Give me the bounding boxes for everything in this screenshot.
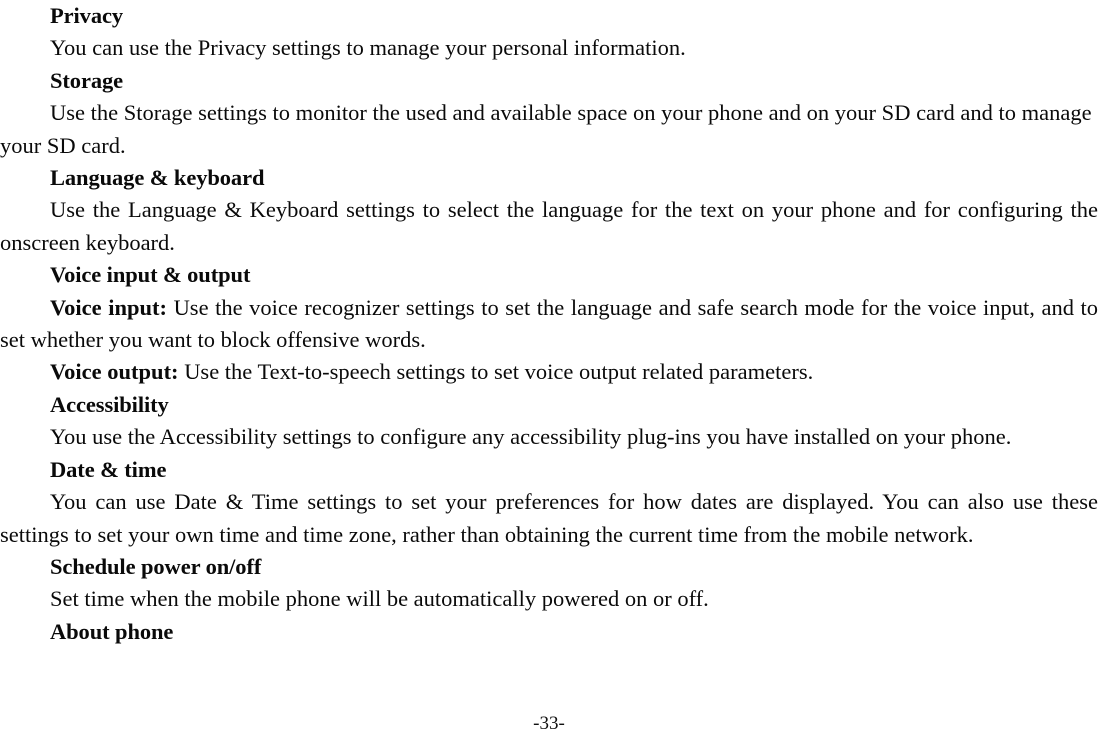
- section-heading-privacy: Privacy: [50, 3, 124, 28]
- section-heading-accessibility: Accessibility: [50, 391, 169, 417]
- section-heading-language-keyboard: Language & keyboard: [50, 165, 265, 191]
- section-heading-storage: Storage: [50, 67, 124, 93]
- section-heading-voice-input-output: Voice input & output: [50, 262, 251, 288]
- manual-page: Privacy You can use the Privacy settings…: [0, 0, 1098, 734]
- section-paragraph-schedule-power: Set time when the mobile phone will be a…: [50, 586, 709, 612]
- section-paragraph-accessibility: You use the Accessibility settings to co…: [50, 424, 1012, 450]
- page-number-footer: -33-: [533, 713, 565, 734]
- section-heading-date-time: Date & time: [50, 456, 167, 482]
- section-paragraph-voice-input: Voice input: Use the voice recognizer se…: [0, 292, 1098, 357]
- section-paragraph-language-keyboard: Use the Language & Keyboard settings to …: [0, 197, 1098, 255]
- page-content: Privacy You can use the Privacy settings…: [0, 0, 1098, 648]
- voice-input-lead-label: Voice input:: [50, 294, 167, 320]
- voice-output-body-text: Use the Text-to-speech settings to set v…: [184, 359, 814, 385]
- section-paragraph-storage: Use the Storage settings to monitor the …: [0, 100, 1092, 158]
- section-paragraph-date-time: You can use Date & Time settings to set …: [0, 489, 1098, 547]
- section-heading-schedule-power: Schedule power on/off: [50, 553, 262, 579]
- section-paragraph-voice-output: Voice output: Use the Text-to-speech set…: [0, 356, 1098, 388]
- section-heading-about-phone: About phone: [50, 618, 174, 644]
- voice-output-lead-label: Voice output:: [50, 359, 179, 385]
- section-paragraph-privacy: You can use the Privacy settings to mana…: [50, 35, 686, 61]
